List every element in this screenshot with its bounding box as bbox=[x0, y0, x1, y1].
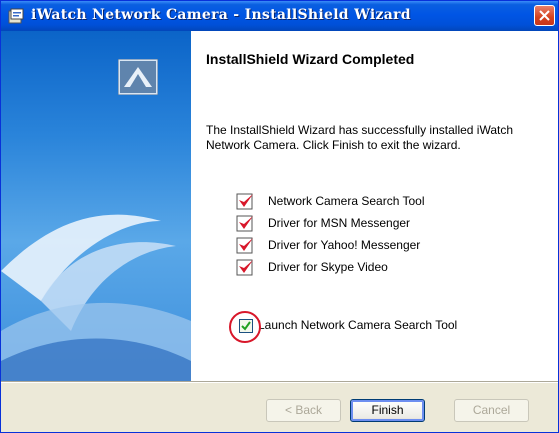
installshield-logo-icon bbox=[118, 59, 158, 95]
title-bar[interactable]: iWatch Network Camera - InstallShield Wi… bbox=[1, 1, 558, 31]
wizard-side-banner bbox=[1, 31, 191, 381]
close-button[interactable] bbox=[534, 5, 555, 26]
installer-window: iWatch Network Camera - InstallShield Wi… bbox=[0, 0, 559, 433]
banner-swoosh-graphic bbox=[1, 214, 191, 381]
highlight-circle-annotation bbox=[229, 311, 261, 343]
page-title: InstallShield Wizard Completed bbox=[206, 51, 415, 67]
feature-label: Driver for MSN Messenger bbox=[268, 216, 411, 230]
footer-separator bbox=[1, 381, 558, 383]
wizard-content: InstallShield Wizard Completed The Insta… bbox=[1, 31, 558, 381]
red-checkmark-icon bbox=[236, 236, 256, 256]
red-checkmark-icon bbox=[236, 258, 256, 278]
feature-label: Driver for Yahoo! Messenger bbox=[268, 238, 421, 252]
finish-button[interactable]: Finish bbox=[350, 399, 425, 422]
red-checkmark-icon bbox=[236, 214, 256, 234]
completion-description: The InstallShield Wizard has successfull… bbox=[206, 123, 514, 152]
installer-app-icon bbox=[7, 7, 25, 25]
feature-label: Network Camera Search Tool bbox=[268, 194, 425, 208]
back-button[interactable]: < Back bbox=[266, 399, 341, 422]
launch-checkbox-label[interactable]: Launch Network Camera Search Tool bbox=[258, 318, 457, 332]
window-title: iWatch Network Camera - InstallShield Wi… bbox=[31, 7, 411, 23]
close-icon bbox=[539, 10, 550, 21]
cancel-button[interactable]: Cancel bbox=[454, 399, 529, 422]
feature-label: Driver for Skype Video bbox=[268, 260, 388, 274]
red-checkmark-icon bbox=[236, 192, 256, 212]
